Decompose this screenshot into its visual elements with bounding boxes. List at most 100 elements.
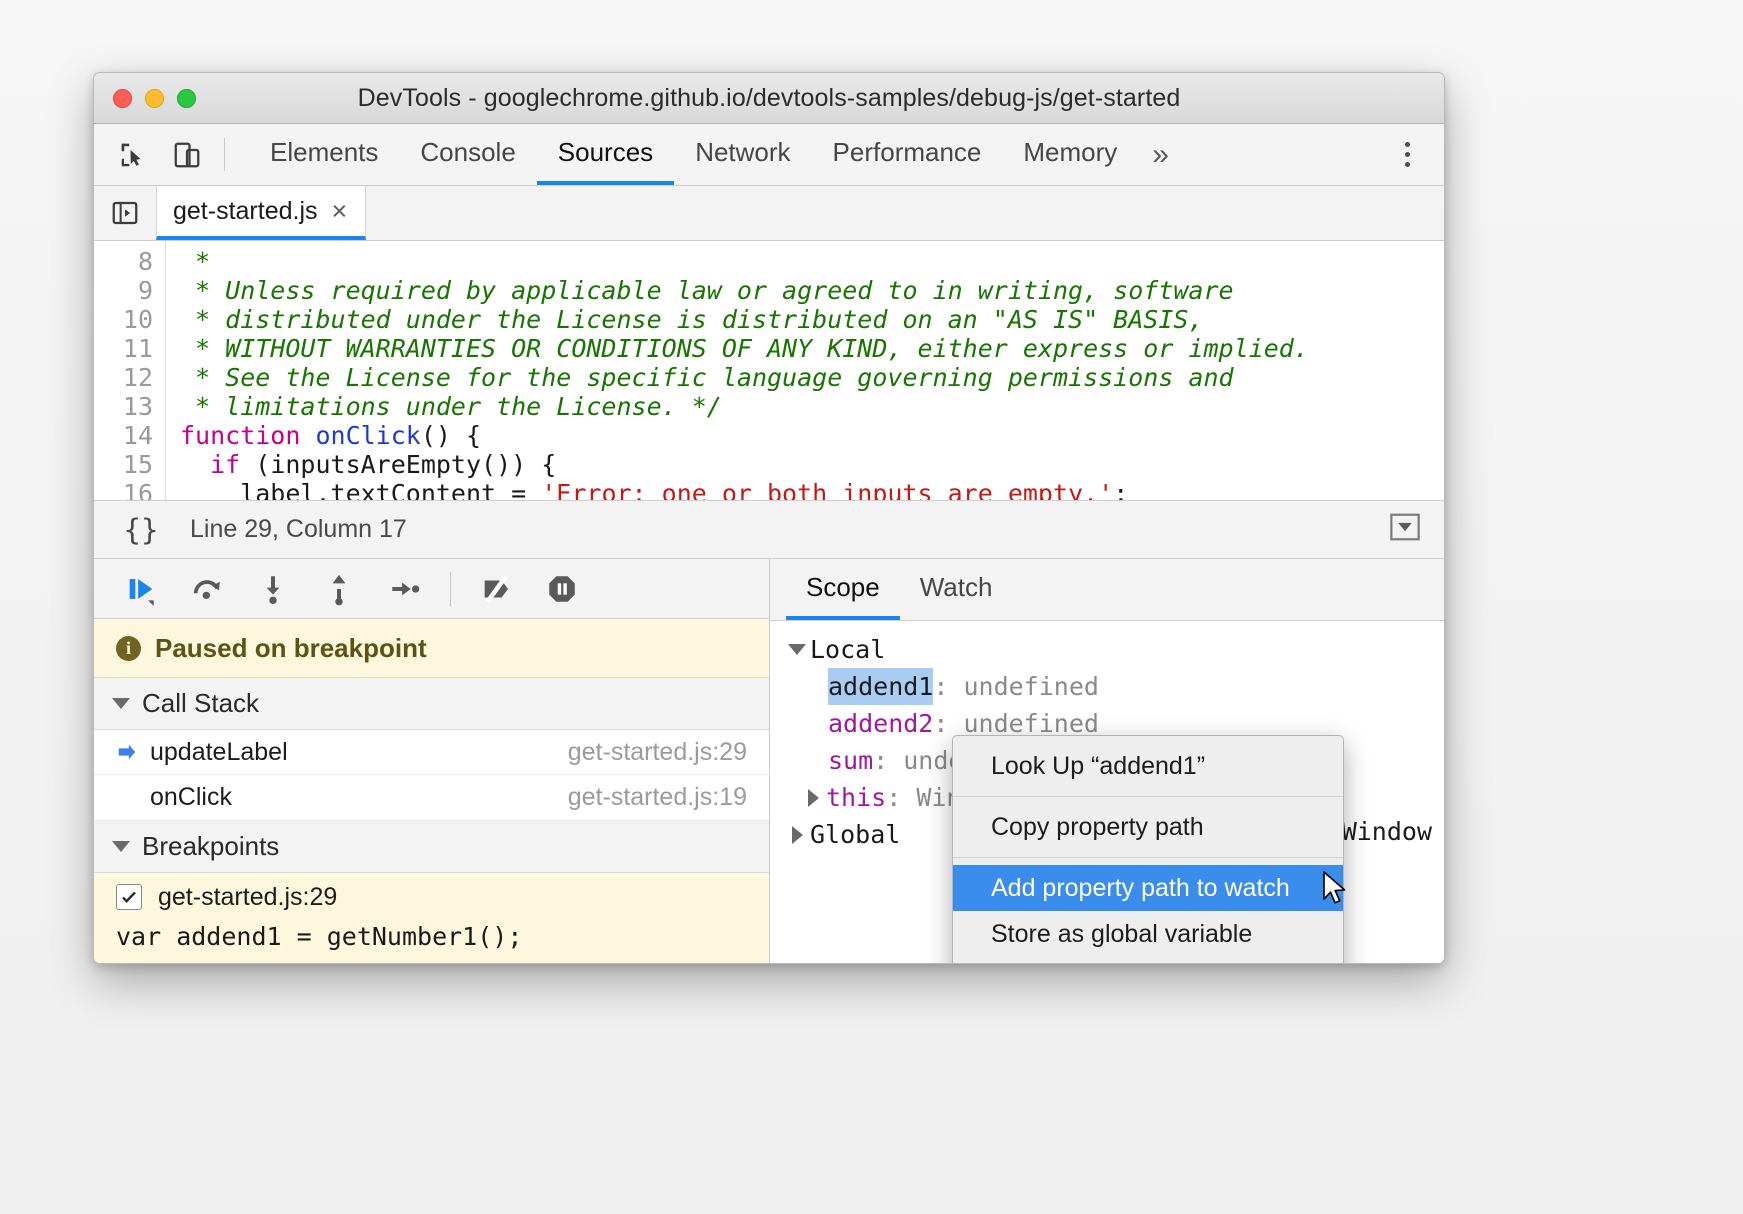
code-editor[interactable]: 8910111213141516 * * Unless required by … <box>94 241 1444 501</box>
step-into-icon[interactable] <box>242 563 304 615</box>
code-line: * WITHOUT WARRANTIES OR CONDITIONS OF AN… <box>180 334 1444 363</box>
code-token: * Unless required by applicable law or a… <box>180 276 1234 305</box>
call-stack-title: Call Stack <box>142 688 259 719</box>
scope-tab-list: Scope Watch <box>770 559 1444 621</box>
code-token: onClick <box>315 421 420 450</box>
context-menu-item[interactable]: Add property path to watch <box>953 865 1343 911</box>
tab-performance[interactable]: Performance <box>812 124 1003 185</box>
context-menu-item[interactable]: Store as global variable <box>953 911 1343 957</box>
step-icon[interactable] <box>374 563 436 615</box>
breakpoint-row: get-started.js:29 <box>94 883 769 912</box>
current-frame-arrow-icon <box>116 741 140 763</box>
line-number[interactable]: 14 <box>94 421 153 450</box>
context-menu-item-label: Copy property path <box>991 813 1204 842</box>
tab-elements[interactable]: Elements <box>249 124 399 185</box>
context-menu-separator <box>953 857 1343 858</box>
breakpoints-section-header[interactable]: Breakpoints <box>94 821 769 873</box>
line-number[interactable]: 9 <box>94 276 153 305</box>
close-window-button[interactable] <box>113 89 132 108</box>
frame-name: onClick <box>150 783 232 812</box>
minimize-window-button[interactable] <box>145 89 164 108</box>
code-line: * limitations under the License. */ <box>180 392 1444 421</box>
code-token: * See the License for the specific langu… <box>180 363 1234 392</box>
line-number[interactable]: 16 <box>94 479 153 501</box>
context-menu-separator <box>953 796 1343 797</box>
code-token: (inputsAreEmpty()) { <box>240 450 556 479</box>
frame-location: get-started.js:29 <box>568 738 747 767</box>
devtools-tabbar: Elements Console Sources Network Perform… <box>94 124 1444 186</box>
line-number[interactable]: 8 <box>94 247 153 276</box>
code-line: * <box>180 247 1444 276</box>
zoom-window-button[interactable] <box>177 89 196 108</box>
context-menu-item-label: Add property path to watch <box>991 874 1290 903</box>
resume-icon[interactable] <box>110 563 172 615</box>
tab-console[interactable]: Console <box>399 124 536 185</box>
device-toolbar-icon[interactable] <box>160 124 214 185</box>
code-token: function <box>180 421 315 450</box>
pause-on-exceptions-icon[interactable] <box>531 563 593 615</box>
context-menu-item[interactable]: Look Up “addend1” <box>953 743 1343 789</box>
call-stack-section-header[interactable]: Call Stack <box>94 678 769 730</box>
line-number[interactable]: 12 <box>94 363 153 392</box>
code-content[interactable]: * * Unless required by applicable law or… <box>166 241 1444 500</box>
code-token: label.textContent = <box>180 479 541 501</box>
file-tab-label: get-started.js <box>173 197 318 226</box>
file-tab-strip: get-started.js × <box>94 186 1444 241</box>
tab-memory[interactable]: Memory <box>1002 124 1138 185</box>
scope-group-label: Global <box>810 816 900 853</box>
scope-prop-addend1[interactable]: addend1: undefined <box>770 668 1444 705</box>
code-line: label.textContent = 'Error: one or both … <box>180 479 1444 501</box>
window-title: DevTools - googlechrome.github.io/devtoo… <box>94 84 1444 113</box>
info-icon: i <box>116 636 141 661</box>
breakpoint-source-line: var addend1 = getNumber1(); <box>94 922 769 951</box>
chevron-right-icon <box>784 826 810 844</box>
kebab-menu-icon[interactable] <box>1380 142 1434 167</box>
call-stack-frame-updatelabel[interactable]: updateLabel get-started.js:29 <box>94 730 769 776</box>
property-name: this <box>826 779 886 816</box>
tab-sources[interactable]: Sources <box>537 124 674 185</box>
code-token: ; <box>1113 479 1128 501</box>
file-tab-get-started-js[interactable]: get-started.js × <box>156 186 366 240</box>
line-number-gutter: 8910111213141516 <box>94 241 166 500</box>
pretty-print-icon[interactable]: {} <box>108 513 174 547</box>
code-token <box>180 450 210 479</box>
context-menu[interactable]: Look Up “addend1” Copy property path Add p… <box>952 735 1344 964</box>
window-titlebar: DevTools - googlechrome.github.io/devtoo… <box>94 73 1444 124</box>
context-menu-item[interactable]: Copy property path <box>953 804 1343 850</box>
deactivate-breakpoints-icon[interactable] <box>465 563 527 615</box>
breakpoint-checkbox[interactable] <box>116 884 142 910</box>
call-stack-frame-onclick[interactable]: onClick get-started.js:19 <box>94 775 769 821</box>
code-line: * distributed under the License is distr… <box>180 305 1444 334</box>
scope-group-local[interactable]: Local <box>770 631 1444 668</box>
debugger-toolbar-divider <box>450 572 451 606</box>
frame-name: updateLabel <box>150 738 288 767</box>
show-more-icon[interactable] <box>1388 512 1430 547</box>
code-line: function onClick() { <box>180 421 1444 450</box>
debugger-sidebar: i Paused on breakpoint Call Stack update… <box>94 559 770 964</box>
tab-watch[interactable]: Watch <box>900 559 1013 620</box>
step-over-icon[interactable] <box>176 563 238 615</box>
chevron-down-icon <box>112 698 130 709</box>
line-number[interactable]: 11 <box>94 334 153 363</box>
line-number[interactable]: 13 <box>94 392 153 421</box>
close-icon[interactable]: × <box>332 198 348 225</box>
code-token: * distributed under the License is distr… <box>180 305 1204 334</box>
line-number[interactable]: 15 <box>94 450 153 479</box>
step-out-icon[interactable] <box>308 563 370 615</box>
code-token: * limitations under the License. */ <box>180 392 722 421</box>
tab-scope[interactable]: Scope <box>786 559 900 620</box>
more-tabs-icon[interactable]: » <box>1138 124 1183 185</box>
breakpoint-location: get-started.js:29 <box>158 883 337 912</box>
tabbar-right-group <box>1359 124 1444 185</box>
inspect-element-icon[interactable] <box>106 124 160 185</box>
tab-network[interactable]: Network <box>674 124 811 185</box>
chevron-down-icon <box>784 644 810 655</box>
editor-statusbar: {} Line 29, Column 17 <box>94 501 1444 559</box>
show-navigator-icon[interactable] <box>94 186 156 240</box>
line-number[interactable]: 10 <box>94 305 153 334</box>
toolbar-divider <box>224 138 225 171</box>
scope-group-label: Local <box>810 631 885 668</box>
traffic-lights <box>113 89 196 108</box>
breakpoint-list-item[interactable]: get-started.js:29 var addend1 = getNumbe… <box>94 873 769 964</box>
code-line: * See the License for the specific langu… <box>180 363 1444 392</box>
